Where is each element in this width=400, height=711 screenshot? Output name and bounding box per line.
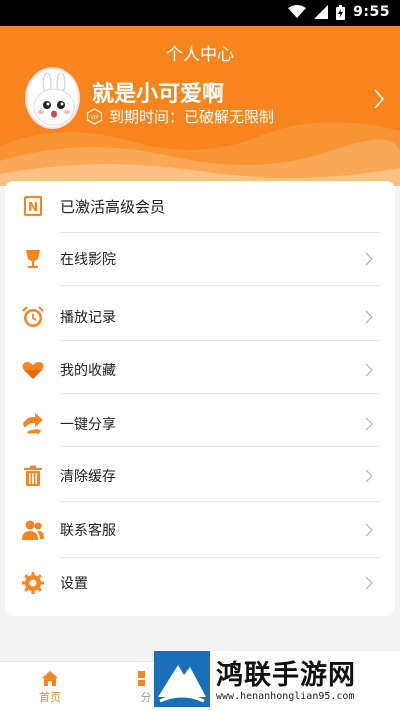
menu-item-label: 在线影院 (60, 252, 116, 268)
menu-item-clear-cache[interactable]: 清除缓存 (5, 451, 395, 501)
page-title: 个人中心 (166, 45, 234, 65)
menu-item-share[interactable]: 一键分享 (5, 399, 395, 449)
menu-item-label: 已激活高级会员 (60, 197, 166, 216)
category-icon (138, 671, 145, 686)
menu-item-history[interactable]: 播放记录 (5, 292, 395, 342)
avatar[interactable] (25, 67, 80, 129)
battery-icon (336, 4, 346, 20)
alarm-clock-icon (22, 306, 44, 327)
menu-item-label: 清除缓存 (60, 469, 116, 485)
menu-item-member[interactable]: N 已激活高级会员 (5, 181, 395, 231)
menu-item-label: 我的收藏 (60, 363, 116, 379)
users-icon (22, 520, 44, 540)
chevron-right-icon (365, 252, 373, 266)
divider (60, 285, 380, 286)
trash-icon (24, 465, 42, 486)
tab-label: 首页 (39, 691, 61, 704)
menu-item-label: 设置 (60, 576, 88, 592)
wifi-icon (288, 5, 307, 18)
divider (60, 232, 380, 233)
status-bar: 9:55 (0, 0, 400, 26)
chevron-right-icon (365, 310, 373, 324)
site-watermark: 鸿联手游网 www.henanhonglian95.com (154, 651, 400, 711)
chevron-right-icon (365, 417, 373, 431)
expiry-text: 到期时间：已破解无限制 (109, 108, 275, 126)
vip-row: VIP 到期时间：已破解无限制 (86, 106, 274, 127)
chevron-right-icon (365, 469, 373, 483)
profile-header[interactable]: 个人中心 就是小可爱啊 VIP 到期时间：已破解无限制 (0, 26, 400, 186)
menu-item-label: 播放记录 (60, 310, 116, 326)
tab-home[interactable]: 首页 (20, 670, 80, 705)
trophy-cup-icon (26, 250, 40, 268)
menu-card: N 已激活高级会员 在线影院 播放记录 我的收藏 一键分享 清除缓存 联系客服 … (5, 181, 395, 616)
clock: 9:55 (353, 4, 390, 20)
heart-icon (22, 361, 44, 379)
chevron-right-icon (365, 363, 373, 377)
divider (60, 446, 380, 447)
username: 就是小可爱啊 (92, 82, 225, 107)
member-n-icon: N (24, 196, 42, 216)
vip-badge-icon: VIP (86, 108, 103, 125)
menu-item-label: 联系客服 (60, 523, 116, 539)
menu-item-cinema[interactable]: 在线影院 (5, 234, 395, 284)
menu-item-favorites[interactable]: 我的收藏 (5, 345, 395, 395)
tab-label: 分 (140, 691, 152, 704)
chevron-right-icon[interactable] (373, 88, 385, 110)
menu-item-support[interactable]: 联系客服 (5, 505, 395, 555)
status-icons: 9:55 (288, 4, 390, 20)
menu-item-label: 一键分享 (60, 417, 116, 433)
svg-text:VIP: VIP (91, 115, 99, 121)
divider (60, 393, 380, 394)
gear-icon (22, 572, 44, 594)
watermark-url: www.henanhonglian95.com (216, 691, 355, 702)
chevron-right-icon (365, 576, 373, 590)
watermark-logo-icon (154, 651, 210, 707)
share-icon (23, 413, 43, 434)
menu-item-settings[interactable]: 设置 (5, 558, 395, 608)
divider (60, 501, 380, 502)
chevron-right-icon (365, 523, 373, 537)
watermark-title: 鸿联手游网 (216, 660, 356, 691)
svg-text:N: N (28, 200, 38, 214)
home-icon (42, 671, 58, 686)
divider (60, 340, 380, 341)
signal-icon (314, 5, 329, 19)
